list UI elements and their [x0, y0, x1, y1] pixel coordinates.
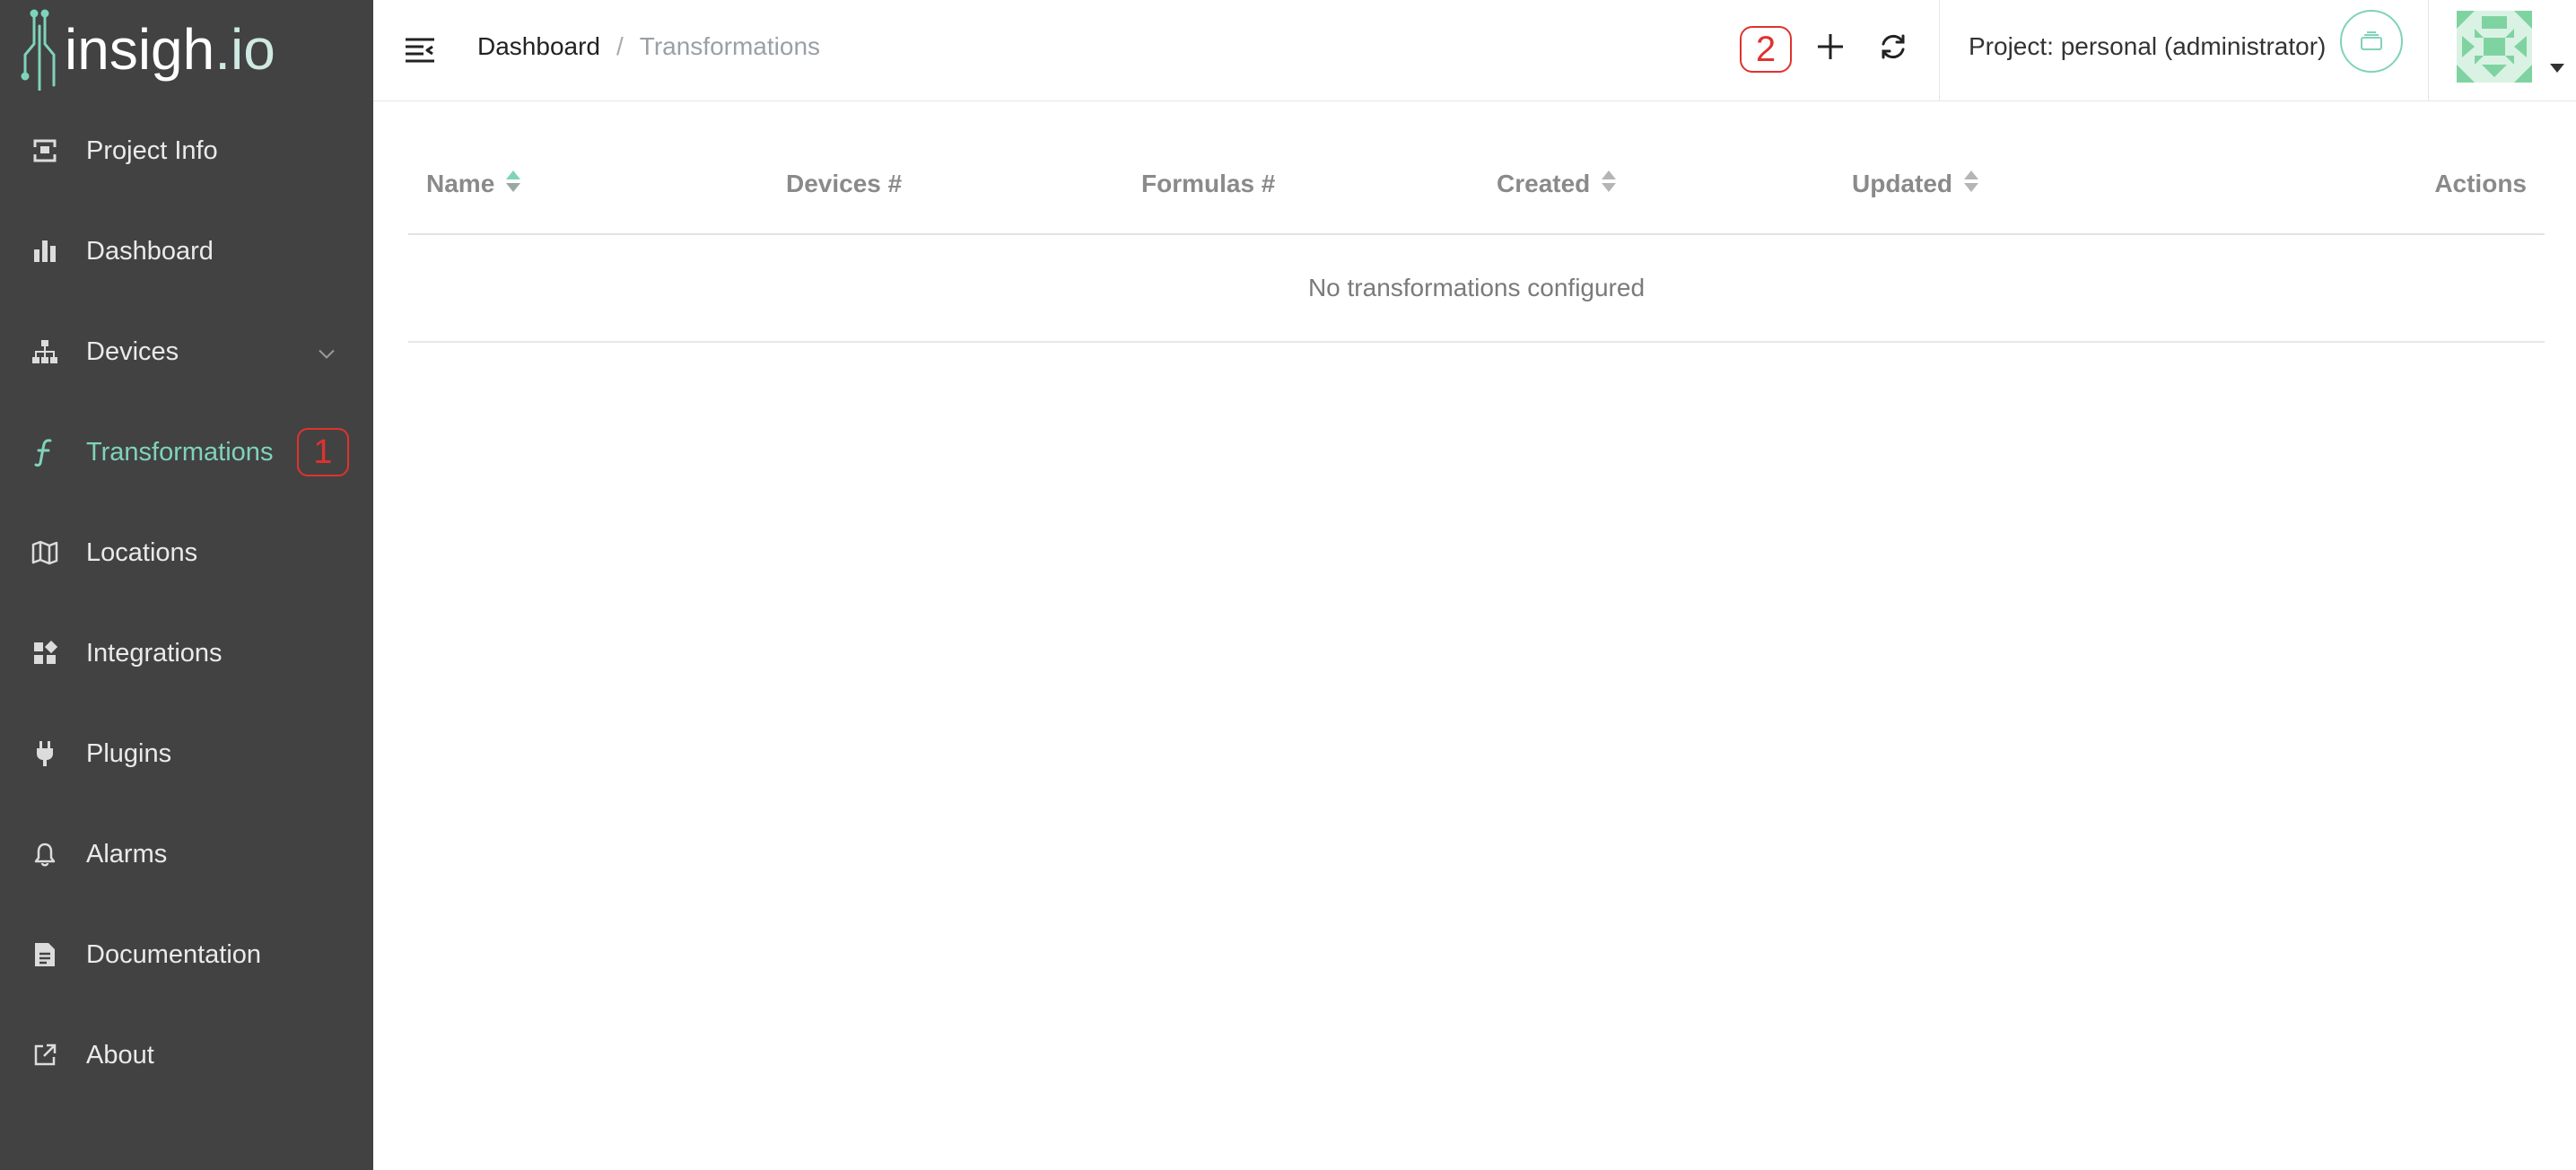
- refresh-button[interactable]: [1875, 29, 1911, 65]
- top-header: Dashboard / Transformations 2 Project: p…: [373, 0, 2576, 101]
- add-button[interactable]: [1812, 29, 1848, 65]
- project-info-icon: [31, 136, 59, 165]
- breadcrumb-current: Transformations: [639, 32, 821, 60]
- project-switch-button[interactable]: [2340, 10, 2403, 73]
- sidebar-item-documentation[interactable]: Documentation: [0, 904, 373, 1005]
- layers-icon: [2361, 31, 2382, 50]
- plus-icon: [1818, 34, 1843, 59]
- column-label: Updated: [1852, 170, 1952, 197]
- sidebar-item-integrations[interactable]: Integrations: [0, 603, 373, 703]
- refresh-icon: [1882, 34, 1905, 59]
- project-label: Project: personal (administrator): [1969, 32, 2327, 60]
- column-header-updated[interactable]: Updated: [1852, 135, 1979, 233]
- column-header-created[interactable]: Created: [1497, 135, 1617, 233]
- function-icon: [31, 438, 59, 467]
- column-label: Formulas #: [1141, 170, 1276, 197]
- transformations-table: Name Devices # Formulas # Created Update…: [408, 135, 2545, 343]
- sidebar-item-alarms[interactable]: Alarms: [0, 804, 373, 904]
- sidebar-item-label: Plugins: [86, 738, 172, 768]
- logo-circuit-icon: [21, 9, 56, 91]
- column-label: Devices #: [786, 170, 903, 197]
- chevron-down-icon[interactable]: [318, 337, 336, 367]
- grid-icon: [31, 639, 59, 668]
- logo-text: insigh.io: [65, 17, 275, 82]
- bell-icon: [31, 840, 59, 869]
- plug-icon: [31, 739, 59, 768]
- insigh-io-logo[interactable]: insigh.io: [18, 0, 359, 99]
- table-header: Name Devices # Formulas # Created Update…: [408, 135, 2545, 235]
- breadcrumb-dashboard-link[interactable]: Dashboard: [477, 32, 600, 61]
- sidebar-item-label: Project Info: [86, 135, 218, 165]
- bar-chart-icon: [31, 237, 59, 266]
- sidebar-item-plugins[interactable]: Plugins: [0, 703, 373, 804]
- sidebar-item-label: About: [86, 1040, 154, 1070]
- column-label: Created: [1497, 170, 1591, 197]
- sidebar-item-project-info[interactable]: Project Info: [0, 100, 373, 201]
- column-header-actions: Actions: [2434, 135, 2527, 233]
- sidebar-item-locations[interactable]: Locations: [0, 502, 373, 603]
- breadcrumb: Dashboard / Transformations: [477, 0, 820, 93]
- sidebar-nav: Project Info Dashboard Devices Transform…: [0, 100, 373, 1105]
- sidebar-item-label: Dashboard: [86, 236, 214, 266]
- document-icon: [31, 940, 59, 969]
- menu-toggle-icon[interactable]: [402, 32, 438, 68]
- column-header-formulas: Formulas #: [1141, 135, 1275, 233]
- sidebar-item-about[interactable]: About: [0, 1005, 373, 1105]
- column-header-name[interactable]: Name: [426, 135, 521, 233]
- map-icon: [31, 538, 59, 567]
- external-link-icon: [31, 1041, 59, 1070]
- sidebar-item-devices[interactable]: Devices: [0, 301, 373, 402]
- column-label: Actions: [2434, 170, 2527, 197]
- sort-icon[interactable]: [1601, 170, 1617, 199]
- sidebar: insigh.io Project Info Dashboard Devices: [0, 0, 373, 1170]
- sidebar-item-label: Documentation: [86, 939, 262, 969]
- empty-table-message: No transformations configured: [408, 235, 2545, 343]
- sidebar-item-label: Locations: [86, 537, 198, 567]
- sitemap-icon: [31, 337, 59, 366]
- header-divider: [1939, 0, 1940, 100]
- sort-icon[interactable]: [1963, 170, 1979, 199]
- annotation-badge: 1: [297, 428, 349, 476]
- sidebar-item-label: Devices: [86, 336, 179, 366]
- column-header-devices: Devices #: [786, 135, 902, 233]
- sidebar-item-label: Integrations: [86, 638, 223, 668]
- sidebar-item-label: Alarms: [86, 839, 168, 869]
- header-divider: [2428, 0, 2429, 100]
- sidebar-item-dashboard[interactable]: Dashboard: [0, 201, 373, 301]
- column-label: Name: [426, 170, 495, 197]
- caret-down-icon[interactable]: [2550, 61, 2564, 77]
- sidebar-item-label: Transformations: [86, 437, 274, 467]
- avatar[interactable]: [2457, 11, 2532, 83]
- sidebar-item-transformations[interactable]: Transformations 1: [0, 402, 373, 502]
- sort-icon[interactable]: [505, 170, 521, 199]
- breadcrumb-separator: /: [616, 32, 624, 60]
- annotation-badge: 2: [1740, 26, 1792, 73]
